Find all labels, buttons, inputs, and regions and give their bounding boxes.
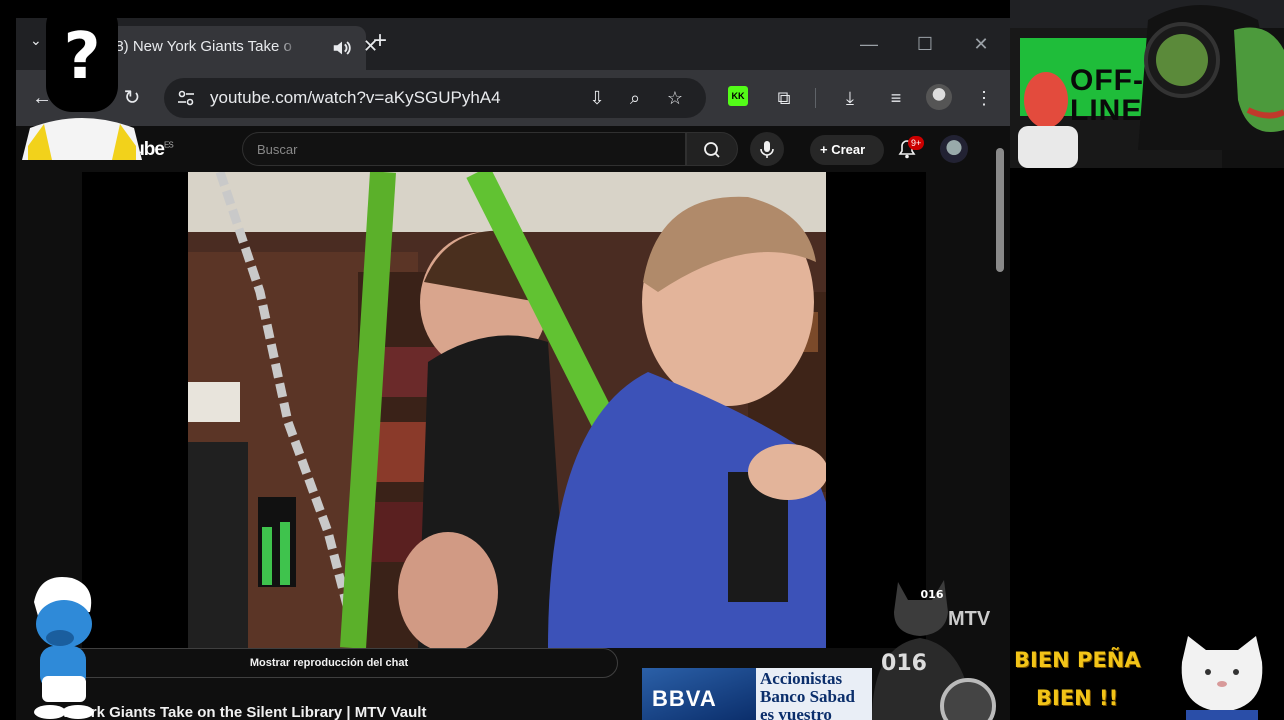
white-cat-icon: [1181, 636, 1263, 720]
mystery-mark: ?: [63, 20, 100, 94]
create-label: Crear: [831, 142, 866, 157]
page-scrollbar[interactable]: [996, 148, 1004, 272]
streamer-webcam: OFF- LINE: [1010, 0, 1284, 168]
tab-title-fade: [276, 34, 300, 58]
speaker-icon[interactable]: [331, 37, 353, 59]
mic-icon: [760, 141, 774, 158]
cat-character-icon: 016 016: [872, 580, 996, 720]
ad-banner[interactable]: BBVA Accionistas Banco Sabad es vuestro: [642, 668, 872, 720]
chat-replay-label: Mostrar reproducción del chat: [249, 657, 409, 669]
site-info-icon[interactable]: [176, 88, 196, 108]
video-frame[interactable]: [188, 172, 826, 648]
video-scene: [188, 172, 826, 648]
maximize-button[interactable]: ☐: [910, 30, 940, 58]
create-button[interactable]: + Crear: [810, 135, 884, 165]
profile-avatar[interactable]: [926, 84, 952, 110]
fan-text-line2: BIEN !!: [1036, 686, 1119, 710]
zoom-icon[interactable]: ⌕: [624, 87, 646, 109]
install-app-icon[interactable]: ⇩: [586, 87, 608, 109]
kick-extension-icon[interactable]: KK: [728, 86, 748, 106]
search-input[interactable]: Buscar: [242, 132, 686, 166]
notifications-badge: 9+: [908, 136, 925, 150]
smurf-character-icon: [34, 577, 94, 719]
account-avatar[interactable]: [940, 135, 968, 163]
downloads-icon[interactable]: ⤓: [836, 84, 864, 112]
new-tab-button[interactable]: +: [368, 29, 392, 54]
bookmark-star-icon[interactable]: ☆: [664, 87, 686, 109]
show-chat-replay-button[interactable]: Mostrar reproducción del chat: [40, 648, 618, 678]
video-player[interactable]: [82, 172, 926, 648]
plus-icon: +: [820, 142, 832, 157]
search-icon: [704, 142, 720, 158]
address-bar[interactable]: youtube.com/watch?v=aKySGUPyhA4 ⇩ ⌕ ☆: [164, 78, 706, 118]
youtube-header: TubeES Buscar + Crear 9+: [16, 126, 1010, 172]
ad-copy: Accionistas Banco Sabad es vuestro: [760, 670, 855, 720]
cat-hat-number: 016: [921, 588, 944, 601]
ad-copy-line3: es vuestro: [760, 705, 832, 720]
zoidberg-character-icon: [1018, 72, 1078, 168]
voice-search-button[interactable]: [750, 132, 784, 166]
menu-kebab-icon[interactable]: ⋮: [970, 84, 998, 112]
search-placeholder: Buscar: [257, 142, 298, 157]
mystery-character-icon: ?: [22, 0, 142, 160]
youtube-country: ES: [163, 140, 174, 150]
ad-copy-line2: Banco Sabad: [760, 687, 855, 706]
minimize-button[interactable]: —: [854, 30, 884, 58]
close-window-button[interactable]: ✕: [966, 30, 996, 58]
extensions-puzzle-icon[interactable]: ⧉: [770, 84, 798, 112]
media-control-icon[interactable]: ≡: [882, 84, 910, 112]
ad-copy-line1: Accionistas: [760, 669, 843, 688]
cat-jersey-number: 016: [881, 651, 927, 676]
tab-strip: ⌄ (58) New York Giants Take o ✕ + — ☐ ✕: [16, 18, 1010, 70]
fan-text-line1: BIEN PEÑA: [1014, 648, 1141, 672]
toolbar-divider: [815, 88, 816, 108]
browser-toolbar: ← → ↻ youtube.com/watch?v=aKySGUPyhA4 ⇩ …: [16, 70, 1010, 126]
search-button[interactable]: [686, 132, 738, 166]
ad-brand: BBVA: [652, 686, 717, 711]
url-text: youtube.com/watch?v=aKySGUPyhA4: [210, 88, 501, 107]
pepe-character-icon: [1138, 5, 1284, 150]
